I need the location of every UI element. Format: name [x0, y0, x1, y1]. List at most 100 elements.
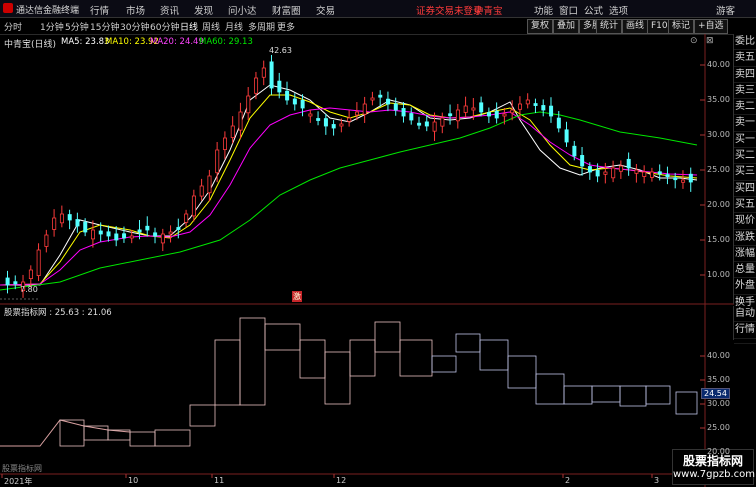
lower-ytick-label-2: 30.00 — [707, 399, 730, 408]
menu-gongshi[interactable]: 公式 — [584, 3, 603, 17]
sidebar-item-4[interactable]: 卖二 — [734, 99, 756, 116]
tab-weekly[interactable]: 周线 — [202, 20, 220, 33]
candle — [184, 213, 189, 223]
sidebar-item-3[interactable]: 卖三 — [734, 83, 756, 100]
btn-diejia[interactable]: 叠加 — [553, 19, 580, 34]
xtick-label-0: 2021年 — [4, 477, 33, 486]
kline-chart-area[interactable] — [0, 34, 734, 487]
btn-fuquan[interactable]: 复权 — [527, 19, 554, 34]
menu-chuangkou[interactable]: 窗口 — [559, 3, 578, 17]
sidebar-item-1[interactable]: 卖五 — [734, 50, 756, 67]
tab-multi-period[interactable]: 多周期 — [248, 20, 275, 33]
candle — [254, 77, 259, 94]
indicator-box — [324, 351, 351, 405]
btn-add-watchlist[interactable]: +自选 — [694, 19, 728, 34]
candle — [331, 124, 336, 129]
sidebar-item-13[interactable]: 涨幅 — [734, 246, 756, 263]
sidebar-item-6[interactable]: 买一 — [734, 132, 756, 149]
candle — [362, 103, 367, 115]
menu-hangqing[interactable]: 行情 — [90, 3, 109, 17]
menu-xuanxiang[interactable]: 选项 — [609, 3, 628, 17]
indicator-box — [535, 373, 565, 405]
sidebar-item-12[interactable]: 涨跌 — [734, 230, 756, 246]
sidebar-lower-item-0[interactable]: 自动 — [734, 306, 756, 323]
tab-daily[interactable]: 日线 — [180, 20, 198, 33]
tab-30min[interactable]: 30分钟 — [120, 20, 149, 33]
ma20-label: MA20: 24.49 — [150, 37, 204, 47]
menu-gongneng[interactable]: 功能 — [534, 3, 553, 17]
tab-5min[interactable]: 5分钟 — [65, 20, 89, 33]
xtick-label-4: 2 — [565, 476, 571, 485]
sidebar-item-14[interactable]: 总量 — [734, 262, 756, 279]
candle — [137, 229, 142, 233]
btn-huaxian[interactable]: 画线 — [622, 19, 649, 34]
sidebar-item-8[interactable]: 买三 — [734, 164, 756, 181]
candle — [370, 97, 375, 101]
candle — [98, 230, 103, 235]
candle — [246, 95, 251, 114]
candle — [603, 171, 608, 175]
menu-zixun[interactable]: 资讯 — [160, 3, 179, 17]
lower-ytick-label-4: 20.00 — [707, 447, 730, 456]
tab-more[interactable]: 更多 — [277, 20, 295, 33]
indicator-box — [455, 333, 481, 353]
sidebar-item-5[interactable]: 卖一 — [734, 115, 756, 132]
candle — [160, 233, 165, 244]
candle — [323, 118, 328, 127]
event-marker[interactable]: 激 — [292, 291, 302, 302]
indicator-box — [591, 385, 621, 403]
menu-shichang[interactable]: 市场 — [126, 3, 145, 17]
lower-ytick-label-1: 35.00 — [707, 375, 730, 384]
candle — [292, 98, 297, 105]
menu-wenxiaoda[interactable]: 问小达 — [228, 3, 257, 17]
tab-15min[interactable]: 15分钟 — [90, 20, 119, 33]
candle — [386, 98, 391, 105]
login-notice[interactable]: 证券交易未登录 — [416, 3, 483, 17]
sidebar-item-10[interactable]: 买五 — [734, 197, 756, 214]
settings-icon[interactable]: ⊙ — [690, 36, 698, 46]
candle — [191, 195, 196, 217]
indicator-box — [399, 339, 433, 377]
tab-monthly[interactable]: 月线 — [225, 20, 243, 33]
main-ytick-label-5: 15.00 — [707, 235, 730, 244]
close-panel-icon[interactable]: ⊠ — [706, 36, 714, 46]
candle — [572, 145, 577, 157]
sidebar-item-9[interactable]: 买四 — [734, 181, 756, 197]
sidebar-item-11[interactable]: 现价 — [734, 213, 756, 230]
tab-1min[interactable]: 1分钟 — [40, 20, 64, 33]
btn-biaoji[interactable]: 标记 — [668, 19, 695, 34]
tab-fenshi[interactable]: 分时 — [4, 20, 22, 33]
candle — [13, 281, 18, 285]
sidebar-lower-item-1[interactable]: 行情 — [734, 322, 756, 339]
sidebar-item-15[interactable]: 外盘 — [734, 278, 756, 295]
app-logo-icon — [3, 3, 13, 13]
candle — [471, 107, 476, 111]
candle — [657, 171, 662, 175]
candle — [114, 233, 119, 241]
candle — [533, 103, 538, 106]
sidebar-item-2[interactable]: 卖四 — [734, 67, 756, 83]
guest-label[interactable]: 游客 — [716, 3, 735, 17]
menu-caifuquan[interactable]: 财富圈 — [272, 3, 301, 17]
menu-faxian[interactable]: 发现 — [194, 3, 213, 17]
tab-60min[interactable]: 60分钟 — [150, 20, 179, 33]
indicator-box — [239, 317, 266, 406]
indicator-box — [214, 339, 241, 406]
candle — [510, 109, 515, 114]
quote-sidebar: 委比卖五卖四卖三卖二卖一买一买二买三买四买五现价涨跌涨幅总量外盘换手净资收益 — [733, 34, 756, 344]
candle — [215, 149, 220, 174]
sidebar-item-7[interactable]: 买二 — [734, 148, 756, 165]
candle — [525, 99, 530, 105]
indicator-box — [479, 339, 509, 371]
indicator-box — [154, 429, 191, 447]
candle — [494, 110, 499, 119]
indicator-box — [349, 339, 376, 377]
candle — [261, 67, 266, 78]
candle — [626, 158, 631, 169]
btn-tongji[interactable]: 统计 — [596, 19, 623, 34]
candle — [409, 113, 414, 121]
candle — [207, 175, 212, 194]
menu-jiaoyi[interactable]: 交易 — [316, 3, 335, 17]
candle — [681, 179, 686, 183]
sidebar-item-0[interactable]: 委比 — [734, 34, 756, 51]
